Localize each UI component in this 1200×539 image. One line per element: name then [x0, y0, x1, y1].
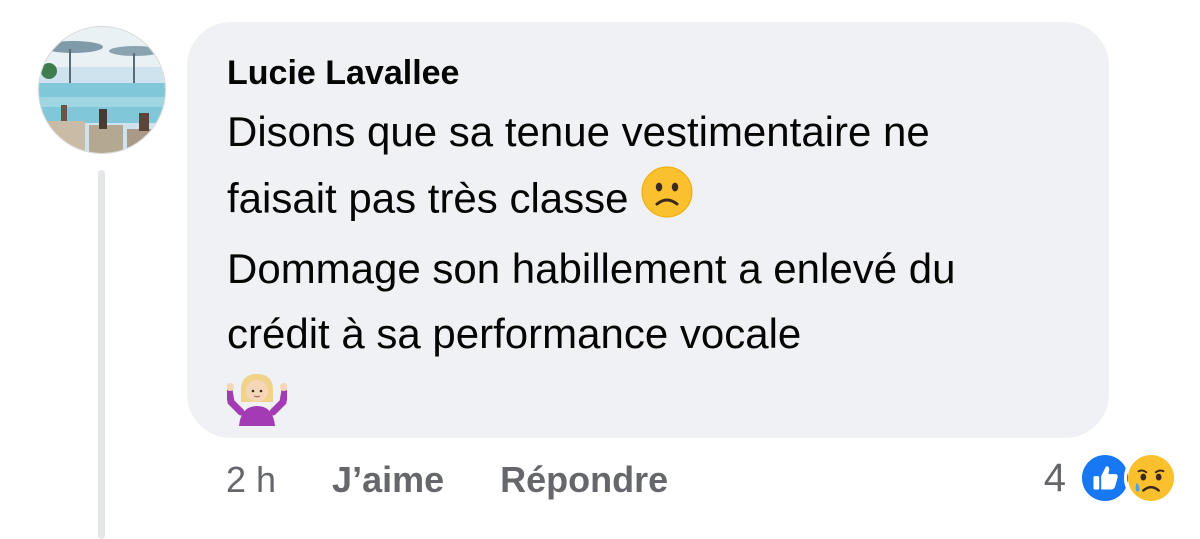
comment-line: crédit à sa performance vocale	[227, 309, 802, 357]
comment-line: Dommage son habillement a enlevé du	[227, 245, 956, 292]
reaction-icons	[1078, 451, 1178, 505]
comment-thread: Lucie Lavallee Disons que sa tenue vesti…	[0, 0, 1200, 539]
comment-line-with-emoji: faisait pas très classe	[227, 165, 1073, 238]
woman-shrugging-icon	[225, 368, 1073, 428]
like-button[interactable]: J’aime	[332, 459, 444, 501]
comment-body: Disons que sa tenue vestimentaire ne fai…	[225, 100, 1073, 428]
comment-bubble: Lucie Lavallee Disons que sa tenue vesti…	[187, 22, 1109, 438]
comment-timestamp[interactable]: 2 h	[226, 459, 276, 501]
comment-line: Disons que sa tenue vestimentaire ne	[227, 108, 930, 155]
comment-author[interactable]: Lucie Lavallee	[227, 52, 1073, 94]
thread-line	[98, 170, 105, 539]
reaction-count: 4	[1043, 455, 1066, 500]
reactions-summary[interactable]: 4	[1044, 450, 1178, 506]
reply-button[interactable]: Répondre	[500, 459, 668, 501]
comment-actions: 2 h J’aime Répondre	[226, 458, 668, 502]
comment-line: faisait pas très classe	[227, 173, 629, 221]
avatar[interactable]	[38, 26, 166, 154]
slightly-frowning-face-icon	[640, 165, 694, 238]
avatar-image	[39, 27, 165, 153]
sad-icon	[1124, 451, 1178, 505]
